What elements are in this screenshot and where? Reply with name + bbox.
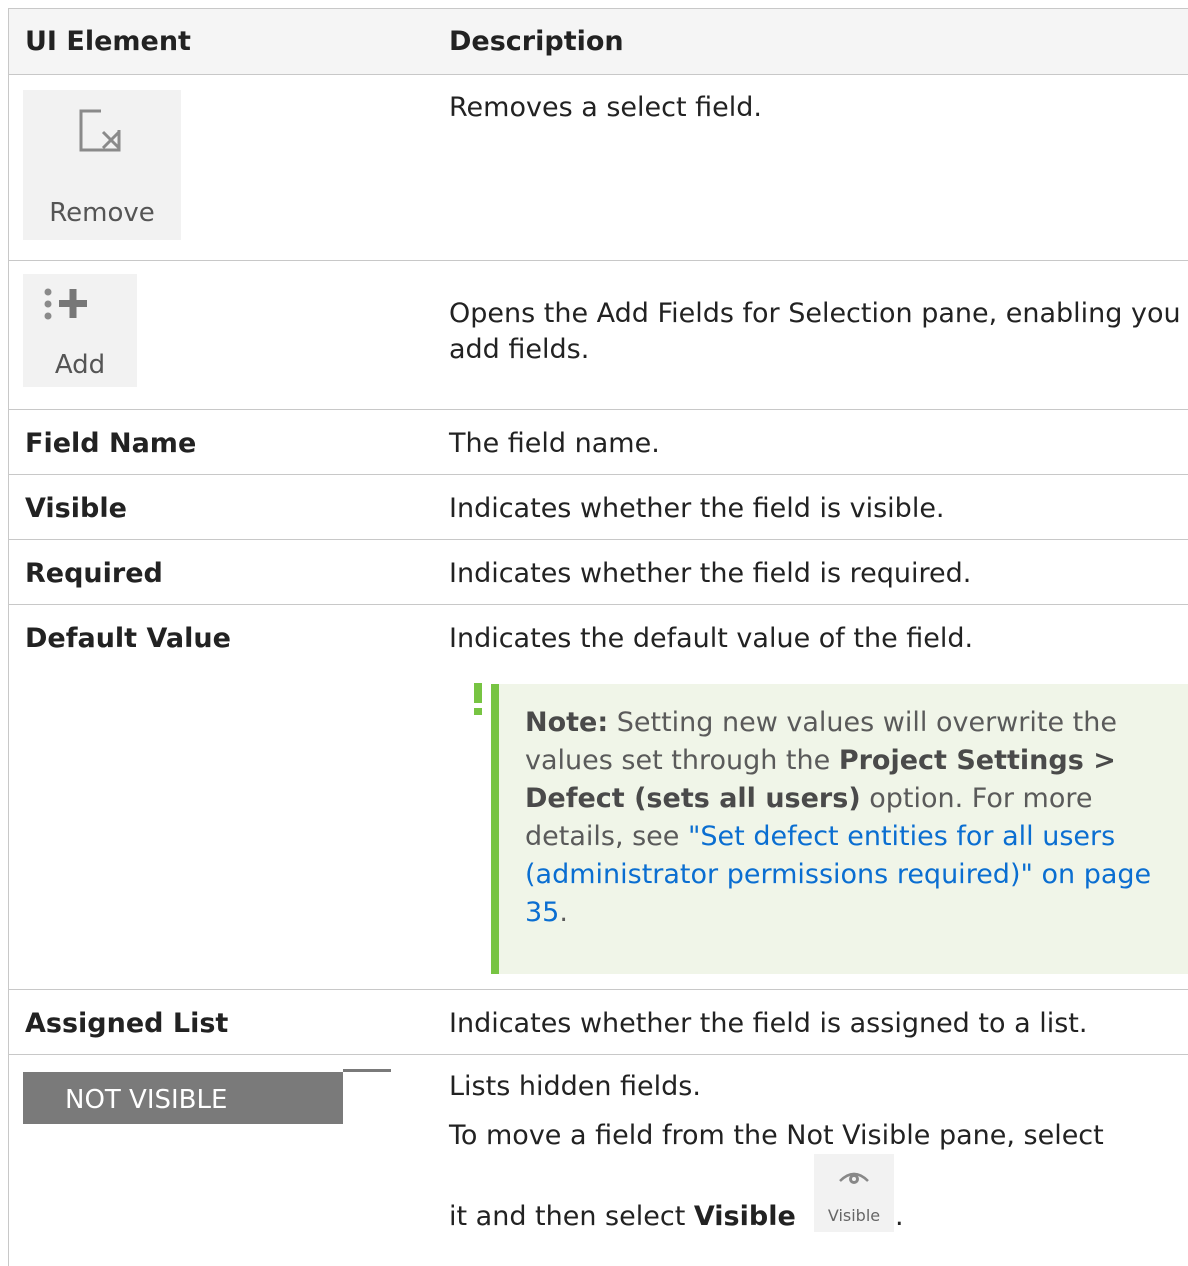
divider [8,409,1188,410]
field-name-element: Field Name [25,428,197,459]
remove-icon [79,109,121,152]
visible-icon-label: Visible [827,1206,881,1225]
add-fields-icon [44,288,87,320]
not-visible-tab-line [343,1069,391,1072]
visible-button-image: Visible [814,1154,894,1232]
not-visible-pane-image: NOT VISIBLE [23,1072,343,1124]
not-visible-text-3: it and then select [449,1201,694,1232]
assigned-list-element: Assigned List [25,1008,229,1039]
remove-button-image: Remove [23,90,181,240]
required-description: Indicates whether the field is required. [449,558,972,589]
divider [8,1054,1188,1055]
remove-description: Removes a select field. [449,92,762,123]
eye-icon [839,1172,869,1184]
not-visible-description-3: it and then select Visible [449,1199,796,1235]
add-description: Opens the Add Fields for Selection pane,… [449,298,1181,365]
visible-element: Visible [25,493,127,524]
divider [8,8,1188,9]
assigned-list-description: Indicates whether the field is assigned … [449,1008,1088,1039]
visible-description: Indicates whether the field is visible. [449,493,945,524]
note-text: Note: Setting new values will overwrite … [525,704,1175,932]
header-ui-element: UI Element [25,26,191,57]
divider [8,260,1188,261]
add-label: Add [54,350,106,380]
divider [8,604,1188,605]
exclamation-icon [474,683,482,715]
divider [8,989,1188,990]
default-value-description: Indicates the default value of the field… [449,623,974,654]
ui-elements-table: UI Element Description Remove Removes a … [8,0,1188,1266]
note-box: Note: Setting new values will overwrite … [491,684,1188,974]
period: . [895,1201,904,1232]
header-description: Description [449,26,624,57]
default-value-element: Default Value [25,623,231,654]
table-border-left [8,8,9,1266]
required-element: Required [25,558,163,589]
field-name-description: The field name. [449,428,660,459]
note-label: Note: [525,707,609,738]
divider [8,474,1188,475]
not-visible-description-1: Lists hidden fields. [449,1071,701,1102]
divider [8,539,1188,540]
add-button-image: Add [23,274,137,387]
note-text-3: . [559,897,568,928]
divider [8,74,1188,75]
visible-bold: Visible [693,1201,796,1232]
not-visible-description-2: To move a field from the Not Visible pan… [449,1120,1104,1151]
remove-label: Remove [49,198,155,228]
